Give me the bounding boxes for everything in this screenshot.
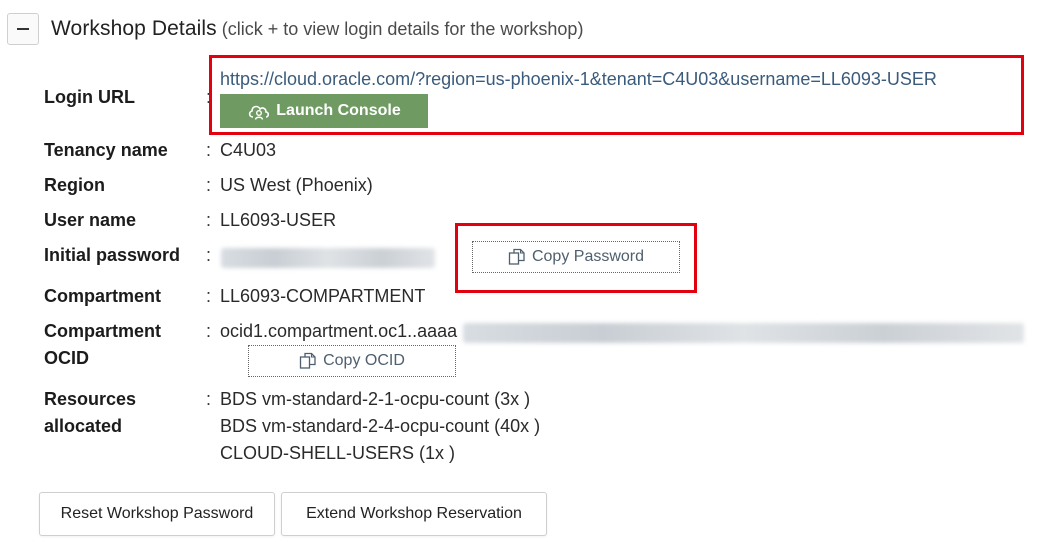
compartment-ocid-value: ocid1.compartment.oc1..aaaa <box>220 321 458 341</box>
compartment-ocid-redacted <box>463 323 1024 343</box>
highlight-box-password <box>455 223 697 293</box>
minus-icon <box>17 28 29 30</box>
resources-label-line2: allocated <box>44 416 123 436</box>
resource-item: BDS vm-standard-2-1-ocpu-count (3x ) <box>220 389 531 409</box>
copy-icon <box>299 352 316 369</box>
resources-label-line1: Resources <box>44 389 137 409</box>
compartment-label: Compartment <box>44 286 162 306</box>
login-url-label: Login URL <box>44 87 135 107</box>
colon: : <box>206 286 212 306</box>
highlight-box-login <box>209 55 1024 135</box>
compartment-ocid-label-line1: Compartment <box>44 321 162 341</box>
section-header: Workshop Details (click + to view login d… <box>7 12 583 46</box>
title-text: Workshop Details <box>51 17 217 40</box>
password-label: Initial password <box>44 245 181 265</box>
compartment-ocid-label-line2: OCID <box>44 348 89 368</box>
colon: : <box>206 175 212 195</box>
colon: : <box>206 389 212 409</box>
colon: : <box>206 210 212 230</box>
reset-password-button[interactable]: Reset Workshop Password <box>39 492 275 536</box>
compartment-value: LL6093-COMPARTMENT <box>220 286 426 306</box>
extend-reservation-label: Extend Workshop Reservation <box>306 505 522 522</box>
colon: : <box>206 245 212 265</box>
username-label: User name <box>44 210 137 230</box>
title-hint: (click + to view login details for the w… <box>221 19 584 39</box>
resource-item: CLOUD-SHELL-USERS (1x ) <box>220 443 456 463</box>
copy-ocid-label: Copy OCID <box>323 352 405 369</box>
password-value-redacted <box>221 248 435 268</box>
section-title: Workshop Details (click + to view login d… <box>51 17 583 41</box>
reset-password-label: Reset Workshop Password <box>60 505 254 522</box>
extend-reservation-button[interactable]: Extend Workshop Reservation <box>281 492 547 536</box>
resource-item: BDS vm-standard-2-4-ocpu-count (40x ) <box>220 416 541 436</box>
region-label: Region <box>44 175 105 195</box>
copy-ocid-button[interactable]: Copy OCID <box>248 345 456 377</box>
tenancy-value: C4U03 <box>220 140 277 160</box>
region-value: US West (Phoenix) <box>220 175 373 195</box>
collapse-button[interactable] <box>7 13 39 45</box>
colon: : <box>206 321 212 341</box>
username-value: LL6093-USER <box>220 210 337 230</box>
colon: : <box>206 140 212 160</box>
tenancy-label: Tenancy name <box>44 140 168 160</box>
